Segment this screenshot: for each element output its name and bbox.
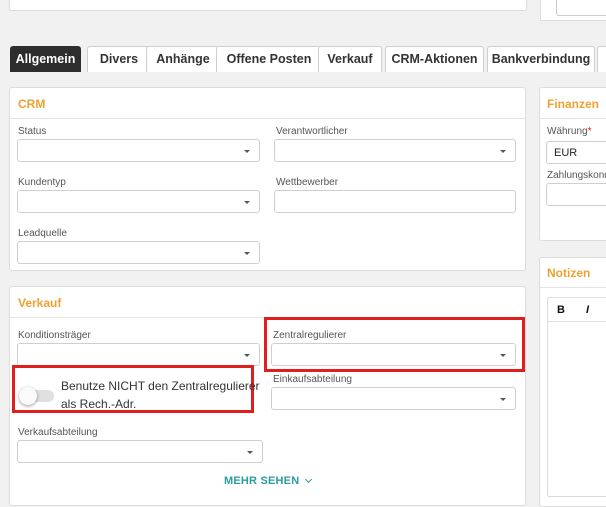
verantwortlicher-select[interactable] [274, 139, 516, 162]
top-card [9, 0, 527, 11]
tab-verkauf[interactable]: Verkauf [318, 46, 382, 72]
einkaufsabteilung-select[interactable] [271, 387, 516, 410]
chevron-down-icon [304, 475, 312, 484]
toggle-label-line1: Benutze NICHT den Zentralregulierer [61, 379, 260, 393]
chevron-down-icon [500, 398, 506, 401]
tab-offene-posten[interactable]: Offene Posten [216, 46, 322, 72]
leadquelle-label: Leadquelle [18, 228, 67, 239]
chevron-down-icon [247, 451, 253, 454]
tab-divers[interactable]: Divers [87, 46, 151, 72]
waehrung-select[interactable]: EUR [546, 141, 606, 164]
more-label: MEHR SEHEN [224, 475, 300, 487]
verkaufsabteilung-label: Verkaufsabteilung [18, 427, 98, 438]
status-select[interactable] [17, 139, 260, 162]
chevron-down-icon [244, 354, 250, 357]
einkaufsabteilung-label: Einkaufsabteilung [273, 374, 352, 385]
zentralregulierer-label: Zentralregulierer [273, 330, 347, 341]
tab-overflow[interactable] [597, 46, 606, 72]
tab-crm-aktionen[interactable]: CRM-Aktionen [385, 46, 484, 72]
notizen-divider [540, 287, 606, 288]
more-button[interactable]: MEHR SEHEN [224, 475, 312, 487]
kundentyp-label: Kundentyp [18, 177, 66, 188]
finanzen-title: Finanzen [547, 97, 600, 111]
tab-bankverbindung[interactable]: Bankverbindung [487, 46, 595, 72]
toggle-label-line2: als Rech.-Adr. [61, 397, 137, 411]
zahlungskond-label: Zahlungskond [547, 170, 606, 181]
crm-divider [10, 118, 525, 119]
leadquelle-select[interactable] [17, 241, 260, 264]
waehrung-label: Währung* [547, 126, 592, 137]
bold-button[interactable]: B [557, 304, 565, 316]
kundentyp-select[interactable] [17, 190, 260, 213]
zentralregulierer-toggle[interactable] [19, 387, 54, 405]
chevron-down-icon [500, 150, 506, 153]
notes-editor[interactable] [547, 297, 606, 497]
zahlungskond-select[interactable] [546, 183, 606, 206]
status-label: Status [18, 126, 47, 137]
wettbewerber-input[interactable] [274, 190, 516, 213]
chevron-down-icon [500, 354, 506, 357]
waehrung-value: EUR [554, 147, 578, 159]
chevron-down-icon [244, 252, 250, 255]
finanzen-divider [540, 118, 606, 119]
crm-title: CRM [18, 97, 46, 111]
verkauf-title: Verkauf [18, 296, 62, 310]
tab-anhaenge[interactable]: Anhänge [146, 46, 220, 72]
tab-allgemein[interactable]: Allgemein [10, 46, 81, 72]
italic-button[interactable]: I [586, 304, 589, 316]
konditionstraeger-select[interactable] [17, 343, 260, 366]
konditionstraeger-label: Konditionsträger [18, 330, 91, 341]
top-right-field[interactable] [556, 0, 606, 16]
verantwortlicher-label: Verantwortlicher [276, 126, 348, 137]
chevron-down-icon [244, 201, 250, 204]
wettbewerber-label: Wettbewerber [276, 177, 339, 188]
chevron-down-icon [244, 150, 250, 153]
toggle-knob [19, 387, 37, 405]
notizen-title: Notizen [547, 266, 591, 280]
verkaufsabteilung-select[interactable] [17, 440, 263, 463]
zentralregulierer-select[interactable] [271, 343, 516, 366]
